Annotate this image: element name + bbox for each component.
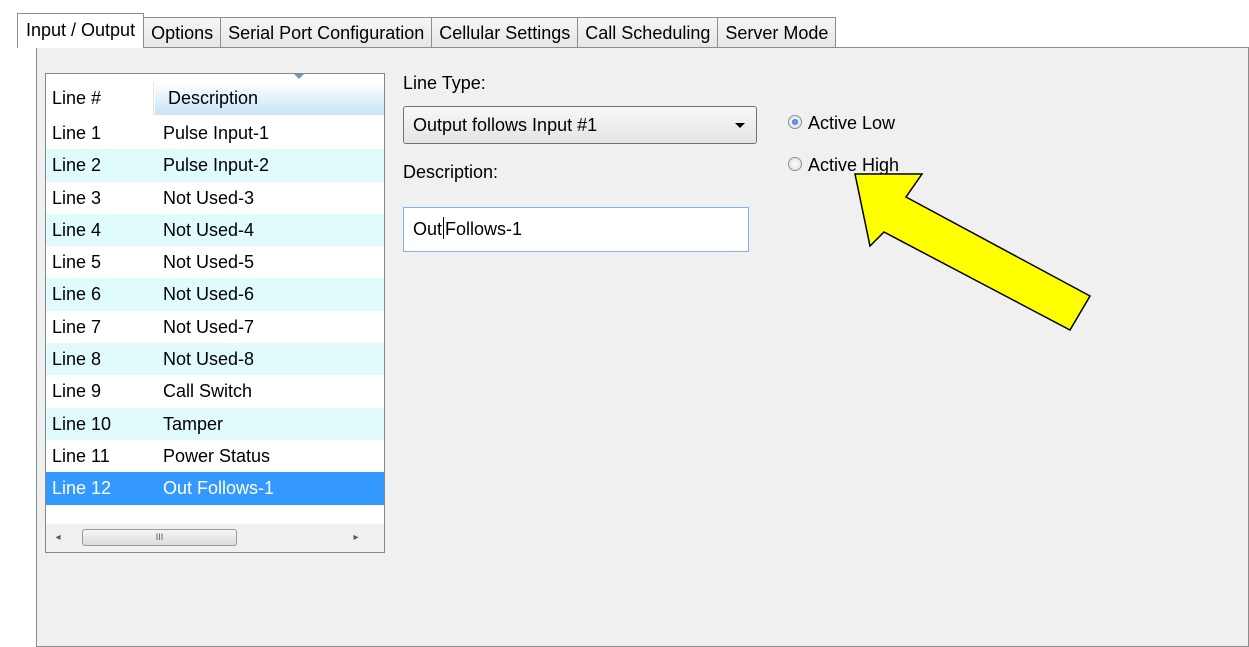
active-low-radio[interactable] bbox=[788, 115, 802, 130]
scrollbar-grip-icon: III bbox=[155, 532, 164, 542]
row-line: Line 5 bbox=[52, 252, 102, 273]
column-header-description-label: Description bbox=[168, 88, 259, 108]
row-line: Line 8 bbox=[52, 349, 102, 370]
tab-input-output[interactable]: Input / Output bbox=[17, 13, 145, 48]
row-line: Line 9 bbox=[52, 381, 102, 402]
active-low-option[interactable]: Active Low bbox=[788, 110, 895, 136]
tab-server-mode[interactable]: Server Mode bbox=[717, 17, 837, 48]
list-row[interactable]: Line 9 Call Switch bbox=[46, 375, 384, 407]
row-description: Pulse Input-2 bbox=[163, 155, 270, 176]
line-type-dropdown[interactable]: Output follows Input #1 bbox=[403, 106, 757, 144]
row-description: Pulse Input-1 bbox=[163, 123, 270, 143]
list-row[interactable]: Line 7 Not Used-7 bbox=[46, 311, 384, 343]
description-text-after-caret: Follows-1 bbox=[445, 219, 523, 239]
description-input[interactable]: Out Follows-1 bbox=[403, 207, 749, 252]
line-type-value: Output follows Input #1 bbox=[413, 115, 598, 135]
tab-call-scheduling[interactable]: Call Scheduling bbox=[577, 17, 719, 48]
row-line: Line 10 bbox=[52, 413, 112, 434]
column-header-description[interactable]: Description bbox=[155, 82, 384, 115]
list-row-selected[interactable]: Line 12 Out Follows-1 bbox=[46, 472, 384, 505]
row-line: Line 11 bbox=[52, 445, 110, 466]
row-line: Line 4 bbox=[52, 219, 102, 240]
listview-header: Line # Description bbox=[46, 74, 384, 117]
listview-rows: Line 1 Pulse Input-1 Line 2 Pulse Input-2 … bbox=[46, 117, 384, 505]
row-description: Call Switch bbox=[163, 381, 253, 402]
list-row[interactable]: Line 11 Power Status bbox=[46, 440, 384, 472]
annotation-arrow-shape bbox=[854, 173, 1092, 331]
active-high-radio[interactable] bbox=[788, 157, 802, 172]
list-row[interactable]: Line 1 Pulse Input-1 bbox=[46, 117, 384, 149]
tab-strip: Input / Output Options Serial Port Confi… bbox=[17, 13, 837, 48]
row-line: Line 1 bbox=[52, 123, 102, 143]
row-description: Power Status bbox=[163, 445, 271, 466]
row-description: Not Used-4 bbox=[163, 219, 255, 240]
scroll-right-arrow-icon[interactable]: ▸ bbox=[348, 529, 364, 546]
dropdown-arrow-icon bbox=[735, 123, 745, 128]
row-description: Not Used-7 bbox=[163, 316, 255, 337]
list-row[interactable]: Line 4 Not Used-4 bbox=[46, 213, 384, 247]
lines-listview[interactable]: Line # Description Line 1 Pulse Input-1 L… bbox=[45, 73, 385, 553]
row-description: Not Used-3 bbox=[163, 187, 255, 208]
list-row[interactable]: Line 10 Tamper bbox=[46, 407, 384, 440]
tab-serial-port-configuration[interactable]: Serial Port Configuration bbox=[220, 17, 433, 48]
active-low-label: Active Low bbox=[808, 113, 896, 133]
row-line: Line 7 bbox=[52, 316, 102, 337]
row-description: Out Follows-1 bbox=[163, 478, 275, 499]
annotation-arrow-icon bbox=[854, 173, 1092, 331]
list-row[interactable]: Line 5 Not Used-5 bbox=[46, 246, 384, 278]
row-description: Not Used-6 bbox=[163, 284, 255, 305]
column-header-line-number[interactable]: Line # bbox=[46, 82, 154, 115]
line-type-label: Line Type: bbox=[403, 73, 486, 93]
list-row[interactable]: Line 3 Not Used-3 bbox=[46, 182, 384, 214]
scrollbar-thumb[interactable]: III bbox=[82, 529, 237, 546]
list-row[interactable]: Line 8 Not Used-8 bbox=[46, 343, 384, 376]
row-description: Not Used-8 bbox=[163, 349, 255, 370]
row-description: Not Used-5 bbox=[163, 252, 255, 273]
row-line: Line 2 bbox=[52, 155, 102, 176]
list-row[interactable]: Line 2 Pulse Input-2 bbox=[46, 149, 384, 182]
scroll-left-arrow-icon[interactable]: ◂ bbox=[50, 529, 66, 546]
row-description: Tamper bbox=[163, 413, 224, 434]
row-line: Line 6 bbox=[52, 284, 102, 305]
row-line: Line 12 bbox=[52, 478, 112, 499]
tab-cellular-settings[interactable]: Cellular Settings bbox=[431, 17, 579, 48]
description-label: Description: bbox=[403, 162, 499, 182]
sort-arrow-icon bbox=[294, 74, 304, 79]
list-row[interactable]: Line 6 Not Used-6 bbox=[46, 278, 384, 311]
text-caret bbox=[443, 217, 445, 240]
horizontal-scrollbar[interactable]: ◂ III ▸ bbox=[46, 524, 384, 552]
description-text-before-caret: Out bbox=[413, 219, 443, 239]
row-line: Line 3 bbox=[52, 187, 102, 208]
tab-options[interactable]: Options bbox=[143, 17, 222, 48]
